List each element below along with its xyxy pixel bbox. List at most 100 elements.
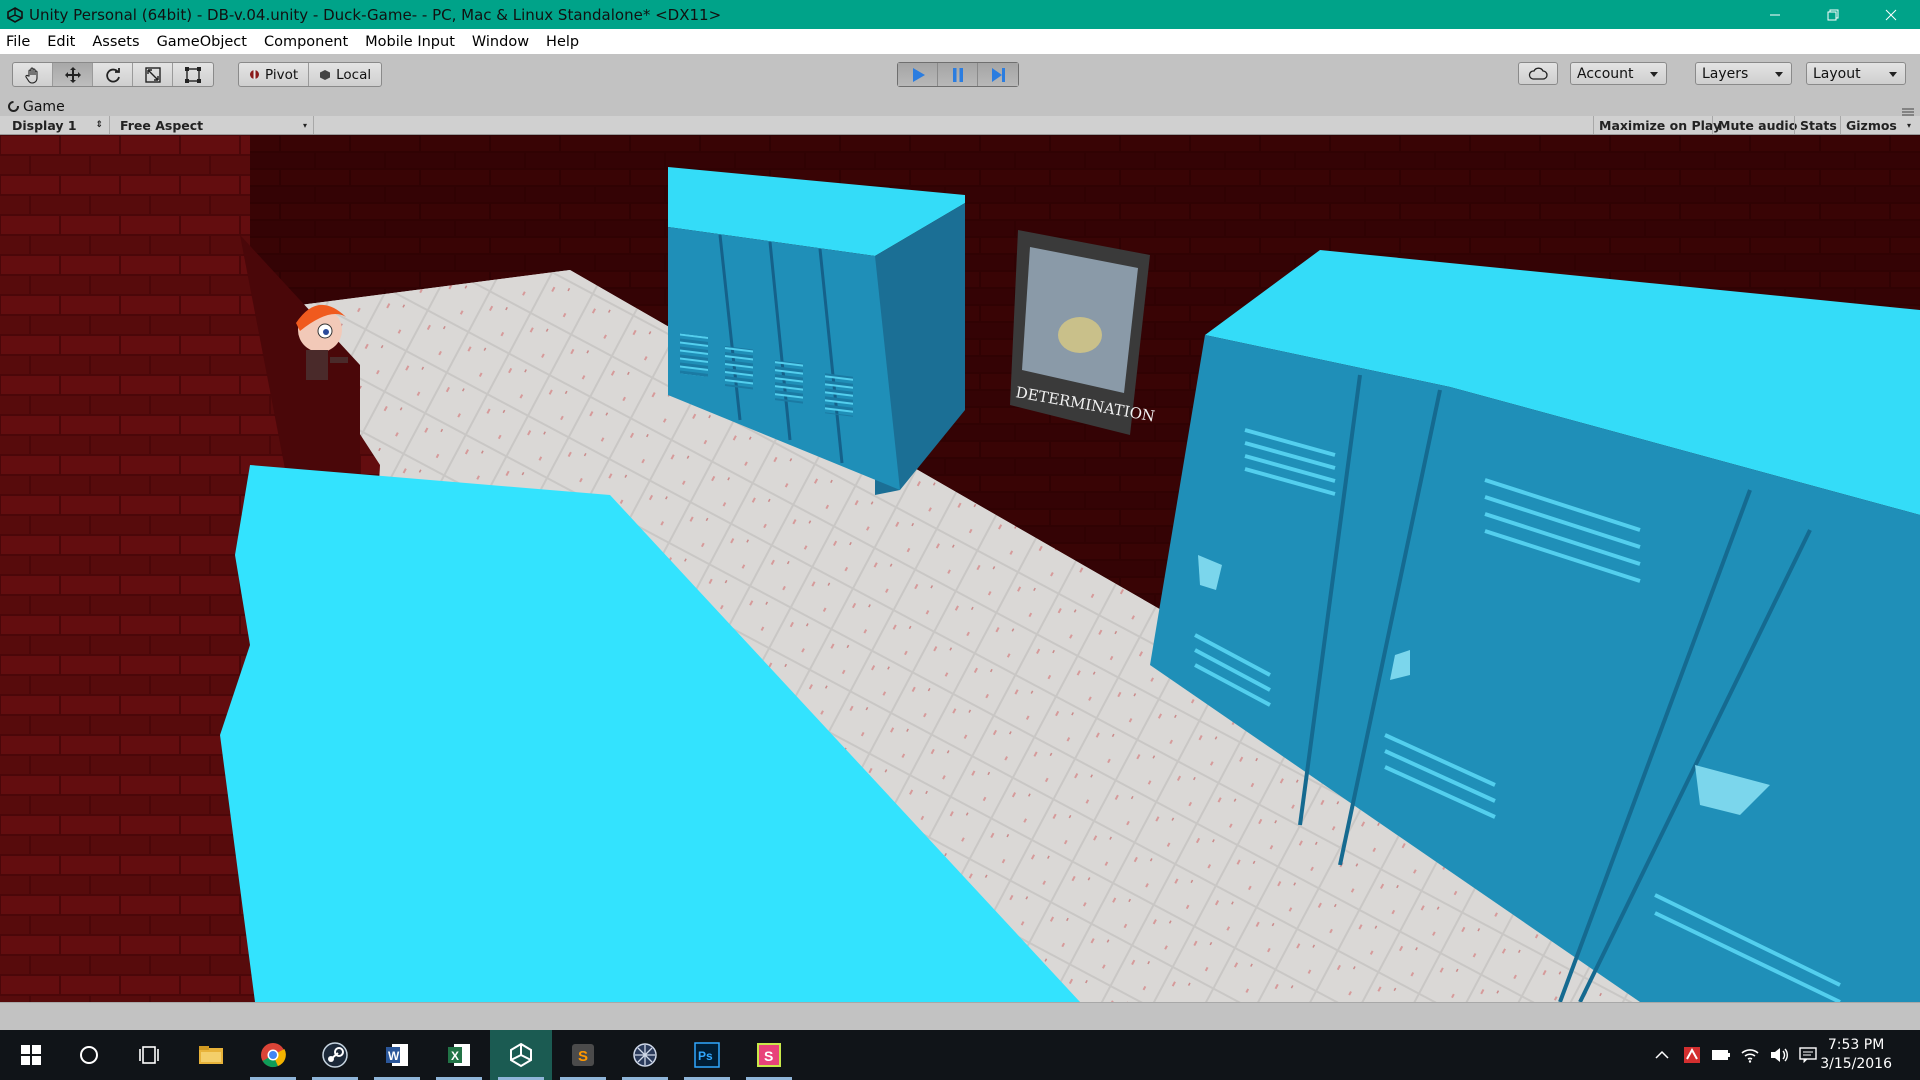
- editor-toolbar: Pivot Local Account Layers Layout: [0, 54, 1920, 94]
- layout-label: Layout: [1813, 65, 1861, 82]
- svg-text:X: X: [451, 1049, 459, 1063]
- task-view-icon: [139, 1046, 159, 1064]
- excel-button[interactable]: X: [428, 1030, 490, 1080]
- network-app-button[interactable]: [614, 1030, 676, 1080]
- svg-text:W: W: [388, 1049, 400, 1063]
- action-center-button[interactable]: [1796, 1030, 1820, 1080]
- clock-time: 7:53 PM: [1827, 1037, 1885, 1053]
- windows-taskbar: W X S Ps S 7:53 PM 3/15/2016: [0, 1030, 1920, 1080]
- minimize-icon: [1770, 14, 1780, 15]
- menu-component[interactable]: Component: [264, 34, 348, 50]
- rect-tool-button[interactable]: [173, 63, 213, 86]
- steam-button[interactable]: [304, 1030, 366, 1080]
- restore-icon: [1827, 9, 1839, 20]
- svg-text:S: S: [764, 1048, 773, 1064]
- cloud-icon: [1528, 67, 1548, 80]
- play-button[interactable]: [898, 63, 938, 86]
- excel-icon: X: [448, 1044, 470, 1066]
- steam-icon: [322, 1042, 348, 1068]
- mute-audio-toggle[interactable]: Mute audio: [1712, 116, 1802, 134]
- unity-button[interactable]: [490, 1030, 552, 1080]
- status-bar: [0, 1002, 1920, 1030]
- play-icon: [912, 67, 925, 82]
- word-button[interactable]: W: [366, 1030, 428, 1080]
- layout-dropdown[interactable]: Layout: [1806, 62, 1906, 85]
- chrome-button[interactable]: [242, 1030, 304, 1080]
- volume-icon: [1771, 1048, 1788, 1062]
- display-select[interactable]: Display 1 ⇕: [6, 116, 110, 134]
- move-icon: [64, 66, 81, 83]
- game-scene: DETERMINATION: [0, 135, 1920, 1002]
- volume-button[interactable]: [1767, 1030, 1791, 1080]
- local-toggle-button[interactable]: Local: [309, 63, 381, 86]
- hand-tool-button[interactable]: [13, 63, 53, 86]
- gizmos-dropdown[interactable]: Gizmos ▾: [1840, 116, 1914, 134]
- layers-label: Layers: [1702, 65, 1749, 82]
- snagit-icon: S: [757, 1043, 781, 1067]
- transform-tools: [12, 62, 214, 87]
- move-tool-button[interactable]: [53, 63, 93, 86]
- account-label: Account: [1577, 65, 1634, 82]
- restore-button[interactable]: [1804, 0, 1862, 29]
- battery-icon: [1712, 1050, 1730, 1060]
- window-title: Unity Personal (64bit) - DB-v.04.unity -…: [29, 5, 722, 24]
- menu-window[interactable]: Window: [472, 34, 529, 50]
- cortana-icon: [80, 1046, 98, 1064]
- chevron-down-icon: ▾: [302, 120, 307, 130]
- menu-help[interactable]: Help: [546, 34, 579, 50]
- stats-toggle[interactable]: Stats: [1794, 116, 1842, 134]
- action-center-icon: [1799, 1047, 1817, 1063]
- cloud-button[interactable]: [1518, 62, 1558, 85]
- scale-icon: [144, 66, 161, 83]
- pivot-tools: Pivot Local: [238, 62, 383, 87]
- chevron-down-icon: [1650, 72, 1658, 77]
- local-label: Local: [336, 66, 372, 83]
- mute-audio-label: Mute audio: [1718, 117, 1798, 133]
- playback-controls: [897, 62, 1019, 87]
- scale-tool-button[interactable]: [133, 63, 173, 86]
- rotate-icon: [105, 67, 120, 82]
- photoshop-button[interactable]: Ps: [676, 1030, 738, 1080]
- sublime-button[interactable]: S: [552, 1030, 614, 1080]
- menu-assets[interactable]: Assets: [92, 34, 139, 50]
- file-explorer-button[interactable]: [180, 1030, 242, 1080]
- maximize-on-play-label: Maximize on Play: [1599, 117, 1722, 133]
- rotate-tool-button[interactable]: [93, 63, 133, 86]
- wifi-icon: [1741, 1049, 1759, 1063]
- game-tab-bar: Game: [0, 94, 1920, 116]
- menu-edit[interactable]: Edit: [47, 34, 75, 50]
- pause-button[interactable]: [938, 63, 978, 86]
- gizmos-label: Gizmos: [1846, 117, 1897, 133]
- task-view-button[interactable]: [118, 1030, 180, 1080]
- close-icon: [1885, 9, 1897, 20]
- tab-game[interactable]: Game: [8, 97, 65, 116]
- close-button[interactable]: [1862, 0, 1920, 29]
- step-button[interactable]: [978, 63, 1018, 86]
- pivot-toggle-button[interactable]: Pivot: [239, 63, 310, 86]
- wifi-button[interactable]: [1738, 1030, 1762, 1080]
- chevron-up-icon: [1655, 1050, 1669, 1059]
- layers-dropdown[interactable]: Layers: [1695, 62, 1792, 85]
- menu-file[interactable]: File: [6, 34, 30, 50]
- game-view[interactable]: DETERMINATION: [0, 135, 1920, 1002]
- minimize-button[interactable]: [1746, 0, 1804, 29]
- tray-expand-button[interactable]: [1650, 1030, 1674, 1080]
- maximize-on-play-toggle[interactable]: Maximize on Play: [1593, 116, 1726, 134]
- tray-app-button[interactable]: [1680, 1030, 1704, 1080]
- cortana-button[interactable]: [58, 1030, 120, 1080]
- photoshop-icon: Ps: [694, 1042, 720, 1068]
- clock-date: 3/15/2016: [1820, 1056, 1892, 1072]
- start-button[interactable]: [0, 1030, 62, 1080]
- step-icon: [992, 67, 1005, 82]
- unity-logo-icon: [0, 0, 29, 29]
- menu-gameobject[interactable]: GameObject: [157, 34, 247, 50]
- battery-button[interactable]: [1709, 1030, 1733, 1080]
- game-tab-label: Game: [23, 98, 65, 115]
- system-clock[interactable]: 7:53 PM 3/15/2016: [1820, 1036, 1892, 1074]
- chevron-down-icon: [1889, 72, 1897, 77]
- sublime-icon: S: [572, 1044, 594, 1066]
- snagit-button[interactable]: S: [738, 1030, 800, 1080]
- account-dropdown[interactable]: Account: [1570, 62, 1667, 85]
- menu-mobile-input[interactable]: Mobile Input: [365, 34, 455, 50]
- aspect-select[interactable]: Free Aspect ▾: [114, 116, 314, 134]
